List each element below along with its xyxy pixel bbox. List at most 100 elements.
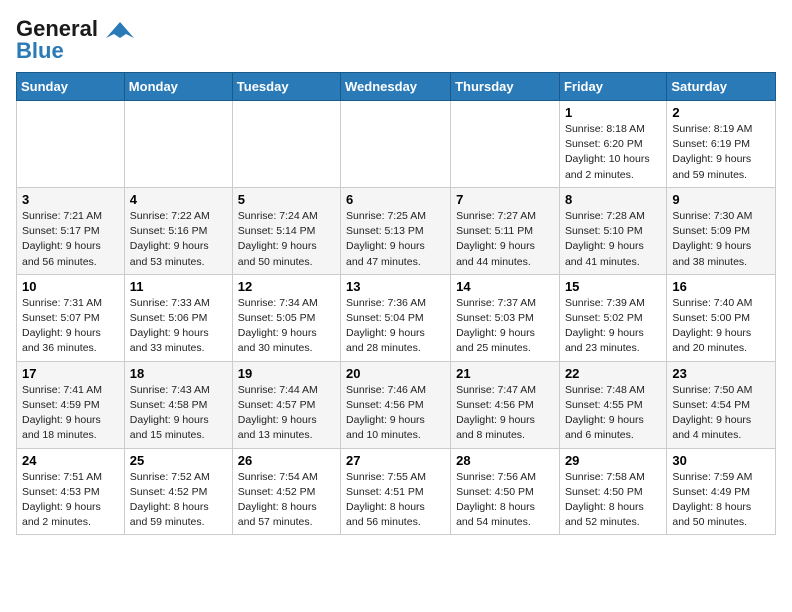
day-number: 29 xyxy=(565,453,661,468)
day-info: Sunrise: 8:19 AM Sunset: 6:19 PM Dayligh… xyxy=(672,122,770,183)
calendar-cell: 13Sunrise: 7:36 AM Sunset: 5:04 PM Dayli… xyxy=(341,274,451,361)
day-number: 7 xyxy=(456,192,554,207)
day-info: Sunrise: 7:46 AM Sunset: 4:56 PM Dayligh… xyxy=(346,383,445,444)
day-info: Sunrise: 7:39 AM Sunset: 5:02 PM Dayligh… xyxy=(565,296,661,357)
day-number: 14 xyxy=(456,279,554,294)
calendar-cell: 18Sunrise: 7:43 AM Sunset: 4:58 PM Dayli… xyxy=(124,361,232,448)
day-info: Sunrise: 7:28 AM Sunset: 5:10 PM Dayligh… xyxy=(565,209,661,270)
calendar-cell: 2 Sunrise: 8:19 AM Sunset: 6:19 PM Daylig… xyxy=(667,101,776,188)
calendar-cell: 23 Sunrise: 7:50 AM Sunset: 4:54 PM Dayli… xyxy=(667,361,776,448)
calendar-cell xyxy=(341,101,451,188)
calendar-cell: 6Sunrise: 7:25 AM Sunset: 5:13 PM Daylig… xyxy=(341,187,451,274)
day-number: 15 xyxy=(565,279,661,294)
weekday-header-wednesday: Wednesday xyxy=(341,73,451,101)
day-number: 21 xyxy=(456,366,554,381)
day-info: Sunrise: 7:52 AM Sunset: 4:52 PM Dayligh… xyxy=(130,470,227,531)
day-info: Sunrise: 7:40 AM Sunset: 5:00 PM Dayligh… xyxy=(672,296,770,357)
day-number: 23 xyxy=(672,366,770,381)
day-info: Sunrise: 7:47 AM Sunset: 4:56 PM Dayligh… xyxy=(456,383,554,444)
day-info: Sunrise: 7:22 AM Sunset: 5:16 PM Dayligh… xyxy=(130,209,227,270)
calendar-cell: 22Sunrise: 7:48 AM Sunset: 4:55 PM Dayli… xyxy=(559,361,666,448)
weekday-header-thursday: Thursday xyxy=(451,73,560,101)
header: General Blue xyxy=(16,16,776,64)
day-info: Sunrise: 8:18 AM Sunset: 6:20 PM Dayligh… xyxy=(565,122,661,183)
day-info: Sunrise: 7:55 AM Sunset: 4:51 PM Dayligh… xyxy=(346,470,445,531)
day-number: 10 xyxy=(22,279,119,294)
calendar-cell: 14 Sunrise: 7:37 AM Sunset: 5:03 PM Dayli… xyxy=(451,274,560,361)
day-number: 4 xyxy=(130,192,227,207)
day-info: Sunrise: 7:54 AM Sunset: 4:52 PM Dayligh… xyxy=(238,470,335,531)
day-info: Sunrise: 7:44 AM Sunset: 4:57 PM Dayligh… xyxy=(238,383,335,444)
calendar-cell: 12 Sunrise: 7:34 AM Sunset: 5:05 PM Dayli… xyxy=(232,274,340,361)
day-info: Sunrise: 7:30 AM Sunset: 5:09 PM Dayligh… xyxy=(672,209,770,270)
calendar-cell: 21 Sunrise: 7:47 AM Sunset: 4:56 PM Dayli… xyxy=(451,361,560,448)
day-number: 12 xyxy=(238,279,335,294)
calendar-cell: 16 Sunrise: 7:40 AM Sunset: 5:00 PM Dayli… xyxy=(667,274,776,361)
day-number: 28 xyxy=(456,453,554,468)
day-number: 1 xyxy=(565,105,661,120)
day-info: Sunrise: 7:33 AM Sunset: 5:06 PM Dayligh… xyxy=(130,296,227,357)
calendar-cell: 7 Sunrise: 7:27 AM Sunset: 5:11 PM Daylig… xyxy=(451,187,560,274)
calendar-cell: 17Sunrise: 7:41 AM Sunset: 4:59 PM Dayli… xyxy=(17,361,125,448)
calendar: SundayMondayTuesdayWednesdayThursdayFrid… xyxy=(16,72,776,535)
calendar-cell: 30 Sunrise: 7:59 AM Sunset: 4:49 PM Dayli… xyxy=(667,448,776,535)
day-number: 30 xyxy=(672,453,770,468)
day-info: Sunrise: 7:34 AM Sunset: 5:05 PM Dayligh… xyxy=(238,296,335,357)
day-info: Sunrise: 7:41 AM Sunset: 4:59 PM Dayligh… xyxy=(22,383,119,444)
calendar-cell: 29 Sunrise: 7:58 AM Sunset: 4:50 PM Dayli… xyxy=(559,448,666,535)
calendar-week-5: 24Sunrise: 7:51 AM Sunset: 4:53 PM Dayli… xyxy=(17,448,776,535)
day-number: 27 xyxy=(346,453,445,468)
calendar-header-row: SundayMondayTuesdayWednesdayThursdayFrid… xyxy=(17,73,776,101)
calendar-cell: 4 Sunrise: 7:22 AM Sunset: 5:16 PM Daylig… xyxy=(124,187,232,274)
calendar-cell xyxy=(451,101,560,188)
calendar-cell: 19 Sunrise: 7:44 AM Sunset: 4:57 PM Dayli… xyxy=(232,361,340,448)
calendar-week-1: 1 Sunrise: 8:18 AM Sunset: 6:20 PM Daylig… xyxy=(17,101,776,188)
weekday-header-sunday: Sunday xyxy=(17,73,125,101)
day-info: Sunrise: 7:59 AM Sunset: 4:49 PM Dayligh… xyxy=(672,470,770,531)
calendar-cell: 28 Sunrise: 7:56 AM Sunset: 4:50 PM Dayli… xyxy=(451,448,560,535)
calendar-cell: 1 Sunrise: 8:18 AM Sunset: 6:20 PM Daylig… xyxy=(559,101,666,188)
day-number: 25 xyxy=(130,453,227,468)
day-number: 11 xyxy=(130,279,227,294)
day-number: 18 xyxy=(130,366,227,381)
day-number: 8 xyxy=(565,192,661,207)
day-number: 3 xyxy=(22,192,119,207)
calendar-week-2: 3 Sunrise: 7:21 AM Sunset: 5:17 PM Daylig… xyxy=(17,187,776,274)
calendar-cell xyxy=(17,101,125,188)
day-number: 9 xyxy=(672,192,770,207)
day-number: 16 xyxy=(672,279,770,294)
calendar-cell xyxy=(124,101,232,188)
calendar-cell: 15 Sunrise: 7:39 AM Sunset: 5:02 PM Dayli… xyxy=(559,274,666,361)
day-info: Sunrise: 7:56 AM Sunset: 4:50 PM Dayligh… xyxy=(456,470,554,531)
calendar-cell: 25 Sunrise: 7:52 AM Sunset: 4:52 PM Dayli… xyxy=(124,448,232,535)
calendar-cell: 20 Sunrise: 7:46 AM Sunset: 4:56 PM Dayli… xyxy=(341,361,451,448)
calendar-cell: 11 Sunrise: 7:33 AM Sunset: 5:06 PM Dayli… xyxy=(124,274,232,361)
day-number: 2 xyxy=(672,105,770,120)
calendar-cell: 24Sunrise: 7:51 AM Sunset: 4:53 PM Dayli… xyxy=(17,448,125,535)
logo-bird-icon xyxy=(106,20,134,40)
day-number: 26 xyxy=(238,453,335,468)
calendar-cell: 5Sunrise: 7:24 AM Sunset: 5:14 PM Daylig… xyxy=(232,187,340,274)
day-info: Sunrise: 7:21 AM Sunset: 5:17 PM Dayligh… xyxy=(22,209,119,270)
day-number: 19 xyxy=(238,366,335,381)
calendar-cell xyxy=(232,101,340,188)
weekday-header-friday: Friday xyxy=(559,73,666,101)
logo: General Blue xyxy=(16,16,134,64)
day-info: Sunrise: 7:25 AM Sunset: 5:13 PM Dayligh… xyxy=(346,209,445,270)
calendar-cell: 3 Sunrise: 7:21 AM Sunset: 5:17 PM Daylig… xyxy=(17,187,125,274)
day-info: Sunrise: 7:51 AM Sunset: 4:53 PM Dayligh… xyxy=(22,470,119,531)
weekday-header-saturday: Saturday xyxy=(667,73,776,101)
weekday-header-tuesday: Tuesday xyxy=(232,73,340,101)
calendar-week-3: 10 Sunrise: 7:31 AM Sunset: 5:07 PM Dayli… xyxy=(17,274,776,361)
day-info: Sunrise: 7:27 AM Sunset: 5:11 PM Dayligh… xyxy=(456,209,554,270)
calendar-cell: 9 Sunrise: 7:30 AM Sunset: 5:09 PM Daylig… xyxy=(667,187,776,274)
day-info: Sunrise: 7:58 AM Sunset: 4:50 PM Dayligh… xyxy=(565,470,661,531)
day-info: Sunrise: 7:37 AM Sunset: 5:03 PM Dayligh… xyxy=(456,296,554,357)
calendar-cell: 8 Sunrise: 7:28 AM Sunset: 5:10 PM Daylig… xyxy=(559,187,666,274)
calendar-cell: 10 Sunrise: 7:31 AM Sunset: 5:07 PM Dayli… xyxy=(17,274,125,361)
day-info: Sunrise: 7:50 AM Sunset: 4:54 PM Dayligh… xyxy=(672,383,770,444)
day-number: 20 xyxy=(346,366,445,381)
weekday-header-monday: Monday xyxy=(124,73,232,101)
day-number: 13 xyxy=(346,279,445,294)
day-info: Sunrise: 7:31 AM Sunset: 5:07 PM Dayligh… xyxy=(22,296,119,357)
